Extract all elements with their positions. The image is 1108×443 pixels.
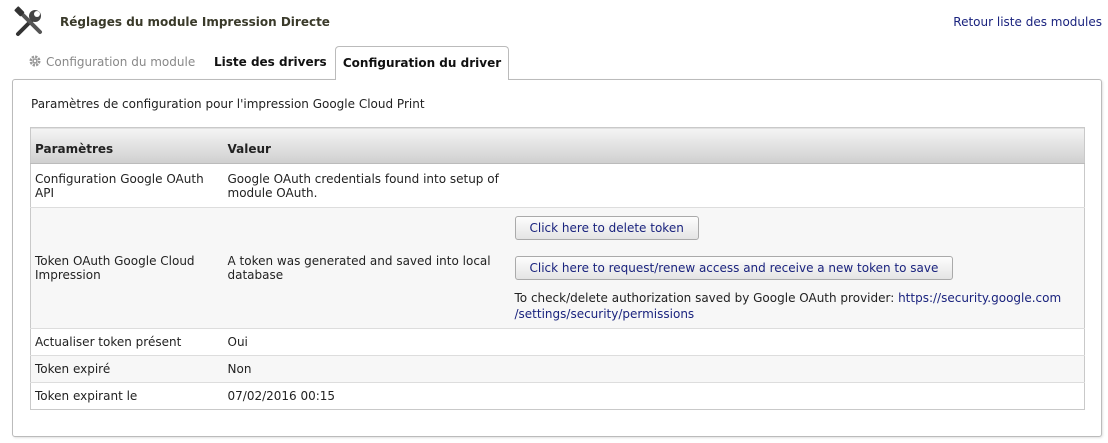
permissions-link-part2[interactable]: /settings/security/permissions xyxy=(515,307,695,321)
tab-driver-list[interactable]: Liste des drivers xyxy=(202,46,339,78)
renew-token-button[interactable]: Click here to request/renew access and r… xyxy=(514,256,954,280)
param-value: A token was generated and saved into loc… xyxy=(223,207,511,329)
table-row: Token expiré Non xyxy=(30,355,1085,383)
table-header-row: Paramètres Valeur xyxy=(30,127,1085,164)
param-value: Non xyxy=(223,355,511,383)
table-row: Configuration Google OAuth API Google OA… xyxy=(30,163,1085,208)
param-name: Token OAuth Google Cloud Impression xyxy=(30,207,224,329)
param-value: 07/02/2016 00:15 xyxy=(223,382,511,410)
tab-module-configuration[interactable]: Configuration du module xyxy=(20,46,207,78)
page-header: Réglages du module Impression Directe Re… xyxy=(10,4,1106,40)
param-actions xyxy=(510,163,1085,208)
param-name: Token expiré xyxy=(30,355,224,383)
column-header-parameters: Paramètres xyxy=(30,127,224,164)
token-actions: Click here to delete token Click here to… xyxy=(510,207,1085,329)
param-name: Token expirant le xyxy=(30,382,224,410)
param-actions xyxy=(510,382,1085,410)
param-value: Google OAuth credentials found into setu… xyxy=(223,163,511,208)
driver-configuration-panel: Paramètres de configuration pour l'impre… xyxy=(12,79,1102,437)
delete-token-button[interactable]: Click here to delete token xyxy=(514,216,699,240)
authorization-note: To check/delete authorization saved by G… xyxy=(515,290,1081,322)
panel-title: Paramètres de configuration pour l'impre… xyxy=(31,97,425,111)
page-title: Réglages du module Impression Directe xyxy=(60,15,330,29)
permissions-link-part1[interactable]: https://security.google.com xyxy=(898,291,1061,305)
gear-icon xyxy=(29,55,41,67)
param-name: Actualiser token présent xyxy=(30,328,224,356)
column-header-actions xyxy=(510,127,1085,164)
table-row: Actualiser token présent Oui xyxy=(30,328,1085,356)
note-text: To check/delete authorization saved by G… xyxy=(514,291,899,305)
param-value: Oui xyxy=(223,328,511,356)
tab-label: Liste des drivers xyxy=(214,55,327,69)
param-name: Configuration Google OAuth API xyxy=(30,163,224,208)
column-header-value: Valeur xyxy=(223,127,511,164)
tools-icon xyxy=(14,6,42,36)
param-actions xyxy=(510,355,1085,383)
param-actions xyxy=(510,328,1085,356)
back-to-modules-link[interactable]: Retour liste des modules xyxy=(953,15,1102,29)
tab-label: Configuration du driver xyxy=(342,56,502,70)
table-row: Token OAuth Google Cloud Impression A to… xyxy=(30,207,1085,329)
tab-driver-configuration[interactable]: Configuration du driver xyxy=(335,46,509,80)
table-row: Token expirant le 07/02/2016 00:15 xyxy=(30,382,1085,410)
tab-label: Configuration du module xyxy=(46,55,196,69)
parameters-table: Paramètres Valeur Configuration Google O… xyxy=(30,127,1085,410)
